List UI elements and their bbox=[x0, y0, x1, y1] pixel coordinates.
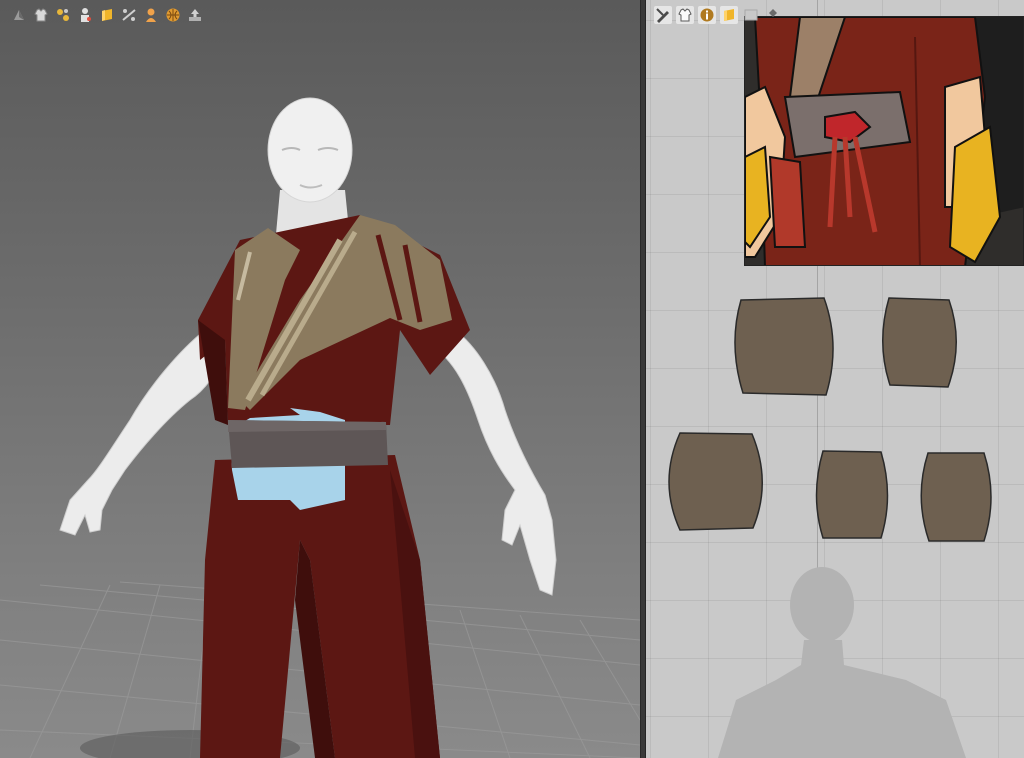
image-view-icon bbox=[744, 9, 758, 21]
viewport-toolbar bbox=[10, 6, 204, 26]
app-window bbox=[0, 0, 1024, 758]
export-button[interactable] bbox=[186, 6, 204, 24]
reference-image[interactable] bbox=[744, 16, 1024, 266]
texture-view-icon bbox=[724, 9, 734, 21]
arrangement-points-button[interactable] bbox=[120, 6, 138, 24]
pattern-piece-1[interactable] bbox=[734, 297, 834, 396]
pattern-piece-3[interactable] bbox=[668, 432, 763, 531]
garment-view-icon bbox=[678, 8, 692, 22]
skin-display-button[interactable] bbox=[142, 6, 160, 24]
pin-view-button[interactable] bbox=[764, 6, 782, 24]
reference-illustration bbox=[745, 17, 1023, 265]
2d-pattern-window[interactable] bbox=[646, 0, 1024, 758]
arrangement-points-icon bbox=[122, 9, 136, 21]
avatar-display-icon bbox=[14, 10, 24, 20]
3d-scene bbox=[0, 97, 640, 758]
pattern-toolbar bbox=[654, 6, 782, 26]
3d-viewport[interactable] bbox=[0, 0, 640, 758]
fabric-grid-icon bbox=[166, 8, 180, 22]
edit-pattern-button[interactable] bbox=[654, 6, 672, 24]
info-button[interactable] bbox=[698, 6, 716, 24]
garment-display-button[interactable] bbox=[32, 6, 50, 24]
info-icon bbox=[700, 8, 714, 22]
garment-display-icon bbox=[34, 8, 48, 22]
pattern-piece-5[interactable] bbox=[920, 452, 992, 542]
garment-view-button[interactable] bbox=[676, 6, 694, 24]
avatar-silhouette bbox=[718, 567, 966, 758]
garment-robe bbox=[198, 215, 470, 425]
avatar-pose-icon bbox=[81, 8, 91, 22]
pin-view-icon bbox=[769, 9, 777, 17]
pins-display-icon bbox=[57, 9, 69, 21]
texture-display-icon bbox=[102, 9, 112, 21]
fabric-grid-button[interactable] bbox=[164, 6, 182, 24]
pattern-piece-4[interactable] bbox=[815, 450, 889, 539]
edit-pattern-icon bbox=[656, 8, 669, 23]
avatar-pose-button[interactable] bbox=[76, 6, 94, 24]
skin-display-icon bbox=[146, 8, 156, 22]
export-icon bbox=[189, 9, 201, 21]
texture-view-button[interactable] bbox=[720, 6, 738, 24]
pins-display-button[interactable] bbox=[54, 6, 72, 24]
avatar-display-button[interactable] bbox=[10, 6, 28, 24]
texture-display-button[interactable] bbox=[98, 6, 116, 24]
image-view-button[interactable] bbox=[742, 6, 760, 24]
pattern-piece-2[interactable] bbox=[882, 297, 957, 388]
